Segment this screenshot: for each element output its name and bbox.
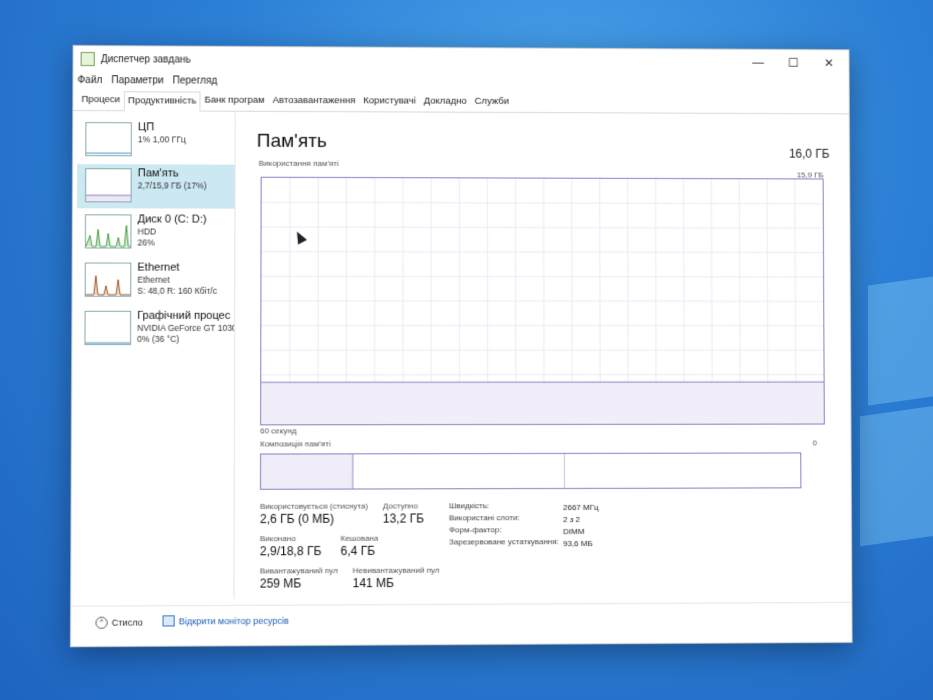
page-title: Пам'ять xyxy=(256,130,327,152)
info-value: 93,6 МБ xyxy=(563,538,593,549)
sidebar-item-detail: Ethernet xyxy=(137,274,170,285)
sidebar-item-title: Пам'ять xyxy=(137,167,179,180)
tab-details[interactable]: Докладно xyxy=(420,92,471,112)
gridline xyxy=(262,202,823,203)
in-use-label: Використовується (стиснута) xyxy=(259,501,368,511)
open-resource-monitor-link[interactable]: Відкрити монітор ресурсів xyxy=(162,615,289,627)
close-button[interactable]: ✕ xyxy=(811,50,847,76)
sidebar-item-disk[interactable]: Диск 0 (C: D:) HDD 26% xyxy=(77,210,235,254)
memory-usage-chart xyxy=(261,178,824,425)
tab-bar: Процеси Продуктивність Банк програм Авто… xyxy=(73,87,849,115)
sidebar-item-detail: 1% 1,00 ГГц xyxy=(137,134,186,145)
info-label: Зарезервоване устаткування: xyxy=(449,537,559,547)
sidebar-item-title: Диск 0 (C: D:) xyxy=(137,213,207,226)
sidebar-item-gpu[interactable]: Графічний процес NVIDIA GeForce GT 1030 0%… xyxy=(76,307,234,351)
ethernet-thumbnail xyxy=(84,262,132,297)
gridline xyxy=(261,252,822,253)
composition-standby xyxy=(353,453,566,489)
info-value: 2667 МГц xyxy=(563,502,599,513)
paged-pool-label: Вивантажуваний пул xyxy=(259,566,338,576)
tab-processes[interactable]: Процеси xyxy=(77,90,124,110)
performance-sidebar: ЦП 1% 1,00 ГГц Пам'ять 2,7/15,9 ГБ (17%) Д… xyxy=(71,112,236,600)
memory-usage-graph xyxy=(260,177,825,426)
tab-startup[interactable]: Автозавантаження xyxy=(269,91,360,111)
window-title: Диспетчер завдань xyxy=(100,53,191,66)
gridline xyxy=(261,276,823,277)
task-manager-window: Диспетчер завдань — ☐ ✕ Файл Параметри П… xyxy=(69,44,853,648)
menu-options[interactable]: Параметри xyxy=(111,75,163,86)
sidebar-item-title: ЦП xyxy=(137,121,155,134)
tab-services[interactable]: Служби xyxy=(471,92,513,112)
memory-composition-bar xyxy=(259,452,802,490)
title-bar: Диспетчер завдань — ☐ ✕ xyxy=(73,46,848,76)
info-value: DIMM xyxy=(563,526,585,537)
menu-file[interactable]: Файл xyxy=(77,75,102,86)
sidebar-item-detail: 26% xyxy=(137,237,155,248)
maximize-button[interactable]: ☐ xyxy=(776,50,812,76)
minimize-button[interactable]: — xyxy=(740,50,776,76)
info-value: 2 з 2 xyxy=(563,514,581,525)
composition-label: Композиція пам'яті xyxy=(260,439,331,449)
available-label: Доступно xyxy=(382,501,418,511)
fewer-details-label: Стисло xyxy=(111,617,143,628)
composition-in-use xyxy=(261,454,354,489)
committed-label: Виконано xyxy=(259,534,296,544)
sidebar-item-detail: 2,7/15,9 ГБ (17%) xyxy=(137,180,207,191)
info-label: Швидкість: xyxy=(449,501,490,511)
usage-label: Використання пам'яті xyxy=(258,158,339,169)
paged-pool-value: 259 МБ xyxy=(259,576,302,591)
menu-view[interactable]: Перегляд xyxy=(173,75,218,86)
sidebar-item-detail: NVIDIA GeForce GT 1030 xyxy=(137,322,235,333)
desktop-light-panel xyxy=(868,274,933,406)
tab-app-history[interactable]: Банк програм xyxy=(200,91,268,111)
gridline xyxy=(262,227,823,228)
in-use-value: 2,6 ГБ (0 МБ) xyxy=(259,511,335,527)
disk-thumbnail xyxy=(84,214,132,249)
nonpaged-pool-value: 141 МБ xyxy=(352,575,395,591)
sidebar-item-title: Графічний процес xyxy=(137,309,231,322)
footer-bar: ^ Стисло Відкрити монітор ресурсів xyxy=(70,601,852,648)
sidebar-item-ethernet[interactable]: Ethernet Ethernet S: 48,0 R: 160 Кбіт/с xyxy=(77,258,235,302)
info-label: Форм-фактор: xyxy=(449,525,502,535)
cached-label: Кешована xyxy=(340,533,379,543)
sidebar-item-detail: 0% (36 °C) xyxy=(137,333,180,344)
zero-label: 0 xyxy=(812,438,818,448)
fewer-details-button[interactable]: ^ Стисло xyxy=(95,616,143,629)
chevron-up-icon: ^ xyxy=(95,616,108,629)
memory-thumbnail xyxy=(85,168,132,203)
nonpaged-pool-label: Невивантажуваний пул xyxy=(352,565,440,576)
sidebar-item-detail: S: 48,0 R: 160 Кбіт/с xyxy=(137,285,218,296)
task-manager-icon xyxy=(80,52,95,67)
sidebar-item-cpu[interactable]: ЦП 1% 1,00 ГГц xyxy=(77,118,234,163)
sidebar-item-title: Ethernet xyxy=(137,261,180,274)
resource-monitor-label: Відкрити монітор ресурсів xyxy=(178,615,289,626)
desktop-light-panel xyxy=(860,403,933,547)
memory-total: 16,0 ГБ xyxy=(788,146,830,161)
committed-value: 2,9/18,8 ГБ xyxy=(259,543,322,559)
tab-performance[interactable]: Продуктивність xyxy=(123,91,201,112)
info-label: Використані слоти: xyxy=(449,513,520,523)
resource-monitor-icon xyxy=(162,615,175,627)
cpu-thumbnail xyxy=(85,122,132,157)
sidebar-item-detail: HDD xyxy=(137,226,157,237)
time-label: 60 секунд xyxy=(260,426,297,436)
tab-users[interactable]: Користувачі xyxy=(359,91,419,111)
memory-usage-fill xyxy=(261,381,824,425)
memory-panel: Пам'ять 16,0 ГБ Використання пам'яті 15,… xyxy=(252,113,832,599)
gpu-thumbnail xyxy=(84,310,132,345)
cached-value: 6,4 ГБ xyxy=(340,543,376,559)
available-value: 13,2 ГБ xyxy=(382,511,425,526)
sidebar-item-memory[interactable]: Пам'ять 2,7/15,9 ГБ (17%) xyxy=(76,164,235,209)
